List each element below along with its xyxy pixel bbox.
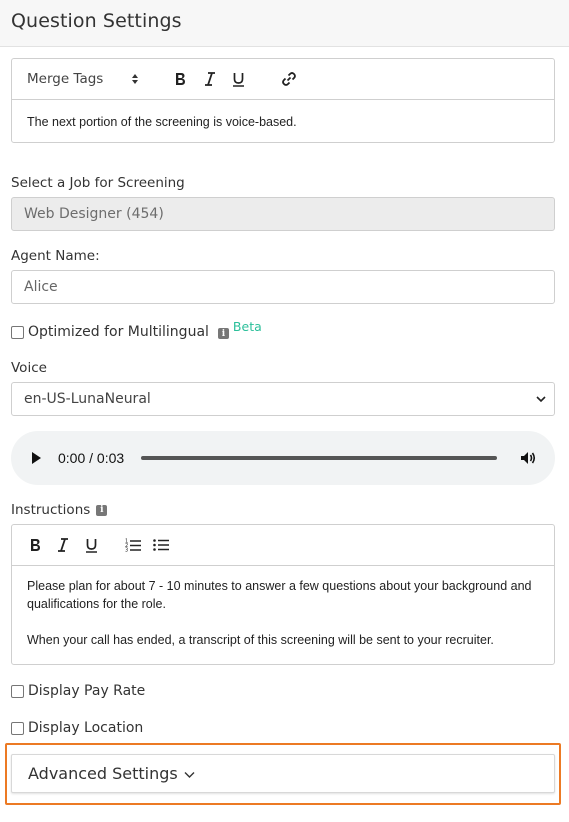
info-icon: i (217, 328, 229, 339)
merge-tags-label: Merge Tags (27, 71, 104, 87)
volume-button[interactable] (519, 449, 537, 467)
sort-arrows-icon (132, 74, 138, 84)
message-editor: Merge Tags The next portion of the scree… (11, 58, 555, 143)
panel-header: Question Settings (0, 0, 569, 47)
audio-time: 0:00 / 0:03 (58, 450, 125, 466)
instructions-label: Instructions (11, 502, 91, 518)
display-pay-rate-label: Display Pay Rate (28, 683, 146, 699)
audio-player: 0:00 / 0:03 (11, 431, 555, 485)
svg-text:3: 3 (125, 548, 128, 553)
underline-icon (232, 72, 244, 87)
voice-label: Voice (11, 360, 47, 376)
message-editor-toolbar: Merge Tags (12, 59, 554, 100)
bold-icon (31, 539, 40, 551)
instructions-label-row: Instructions i (11, 502, 108, 518)
link-button[interactable] (280, 69, 298, 89)
page-title: Question Settings (11, 10, 182, 32)
display-location-checkbox[interactable] (11, 721, 24, 735)
advanced-settings-label: Advanced Settings (28, 764, 178, 783)
multilingual-checkbox[interactable] (11, 325, 24, 339)
job-label: Select a Job for Screening (11, 175, 185, 191)
beta-badge: Beta (232, 318, 262, 334)
display-location-option[interactable]: Display Location (11, 720, 143, 736)
ordered-list-button[interactable]: 123 (124, 535, 142, 555)
bullet-list-icon (153, 539, 169, 551)
multilingual-label: Optimized for Multilingual (28, 324, 209, 340)
italic-icon (205, 72, 215, 86)
underline-button[interactable] (83, 535, 99, 555)
instructions-toolbar: 123 (12, 525, 554, 566)
audio-progress-bar[interactable] (141, 456, 497, 460)
message-text[interactable]: The next portion of the screening is voi… (27, 113, 297, 131)
play-icon (32, 452, 41, 464)
link-icon (282, 72, 296, 86)
display-pay-rate-option[interactable]: Display Pay Rate (11, 683, 145, 699)
instructions-paragraph: When your call has ended, a transcript o… (27, 633, 494, 647)
agent-name-label: Agent Name: (11, 248, 100, 264)
play-button[interactable] (29, 450, 45, 466)
bullet-list-button[interactable] (152, 535, 170, 555)
voice-selected-value: en-US-LunaNeural (24, 391, 151, 407)
instructions-editor: 123 Please plan for about 7 - 10 minutes… (11, 524, 555, 665)
bold-button[interactable] (27, 535, 43, 555)
ordered-list-icon: 123 (125, 539, 141, 553)
italic-button[interactable] (202, 69, 218, 89)
italic-icon (58, 538, 68, 552)
chevron-down-icon (536, 395, 546, 402)
info-icon: i (96, 504, 108, 516)
instructions-text[interactable]: Please plan for about 7 - 10 minutes to … (27, 577, 542, 649)
agent-name-input[interactable]: Alice (11, 270, 555, 304)
volume-icon (521, 452, 536, 464)
underline-button[interactable] (230, 69, 246, 89)
chevron-down-icon (184, 771, 195, 778)
bold-button[interactable] (172, 69, 188, 89)
display-pay-rate-checkbox[interactable] (11, 684, 24, 698)
voice-select[interactable]: en-US-LunaNeural (11, 382, 555, 416)
multilingual-option[interactable]: Optimized for Multilingual i Beta (11, 319, 262, 340)
instructions-paragraph: Please plan for about 7 - 10 minutes to … (27, 579, 532, 611)
job-field: Web Designer (454) (11, 197, 555, 231)
italic-button[interactable] (55, 535, 71, 555)
underline-icon (85, 538, 97, 553)
display-location-label: Display Location (28, 720, 144, 736)
advanced-settings-toggle[interactable]: Advanced Settings (11, 754, 555, 793)
bold-icon (176, 73, 185, 85)
merge-tags-select[interactable]: Merge Tags (27, 69, 139, 89)
